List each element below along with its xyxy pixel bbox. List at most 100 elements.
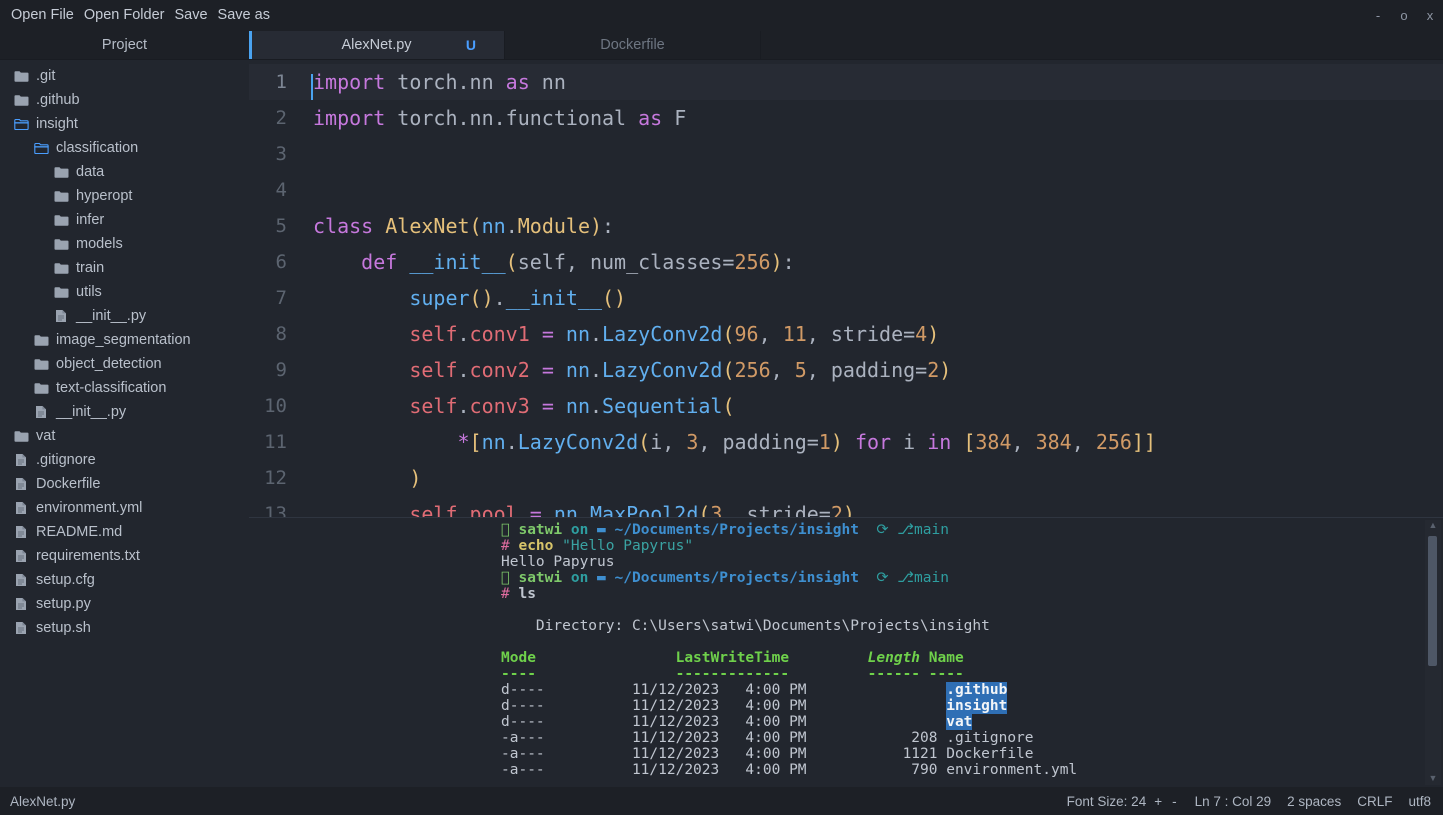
line-number: 9 — [275, 359, 287, 381]
font-size-increase-button[interactable]: + — [1152, 794, 1164, 809]
tree-item-utils[interactable]: utils — [0, 280, 249, 304]
code-line[interactable]: 13 self.pool = nn.MaxPool2d(3, stride=2) — [249, 496, 1443, 517]
line-number: 12 — [264, 467, 287, 489]
folder-closed-icon — [50, 286, 72, 299]
code-line[interactable]: 5 class AlexNet(nn.Module): — [249, 208, 1443, 244]
scroll-down-icon[interactable]: ▼ — [1429, 773, 1438, 785]
tree-item-github[interactable]: .github — [0, 88, 249, 112]
font-size-decrease-button[interactable]: - — [1170, 794, 1179, 809]
code-token: . — [457, 502, 470, 517]
encoding-setting[interactable]: utf8 — [1408, 794, 1431, 809]
code-token: self — [409, 502, 458, 517]
menu-items: Open File Open Folder Save Save as — [6, 6, 275, 25]
tree-item-label: infer — [76, 211, 105, 228]
code-token: , — [770, 358, 795, 382]
tree-item-gitignore[interactable]: .gitignore — [0, 448, 249, 472]
code-token: import — [313, 70, 386, 94]
tree-item-text-classification[interactable]: text-classification — [0, 376, 249, 400]
tree-item-requirements-txt[interactable]: requirements.txt — [0, 544, 249, 568]
code-text: def __init__(self, num_classes=256): — [297, 250, 795, 274]
terminal-line: -a--- 11/12/2023 4:00 PM 790 environment… — [251, 762, 1443, 778]
scrollbar-thumb[interactable] — [1428, 536, 1437, 666]
scroll-up-icon[interactable]: ▲ — [1429, 520, 1438, 532]
code-token: . — [590, 322, 603, 346]
code-line[interactable]: 9 self.conv2 = nn.LazyConv2d(256, 5, pad… — [249, 352, 1443, 388]
code-line[interactable]: 7 super().__init__() — [249, 280, 1443, 316]
status-filename: AlexNet.py — [10, 793, 76, 809]
code-line[interactable]: 10 self.conv3 = nn.Sequential( — [249, 388, 1443, 424]
scrollbar-track[interactable] — [1425, 532, 1441, 773]
status-right: Font Size: 24 + - Ln 7 : Col 29 2 spaces… — [1067, 794, 1431, 809]
line-number: 1 — [275, 71, 287, 93]
code-line[interactable]: 6 def __init__(self, num_classes=256): — [249, 244, 1443, 280]
close-button[interactable]: x — [1417, 0, 1443, 31]
code-token: ) — [842, 502, 855, 517]
code-token: self — [409, 322, 458, 346]
tree-item-setup-sh[interactable]: setup.sh — [0, 616, 249, 640]
code-token: pool — [469, 502, 518, 517]
terminal-segment: -a--- 11/12/2023 4:00 PM 208 .gitignore — [501, 730, 1034, 746]
tree-item-insight[interactable]: insight — [0, 112, 249, 136]
tree-item-environment-yml[interactable]: environment.yml — [0, 496, 249, 520]
code-token: . — [457, 394, 470, 418]
tree-item-image-segmentation[interactable]: image_segmentation — [0, 328, 249, 352]
tree-item-object-detection[interactable]: object_detection — [0, 352, 249, 376]
code-token: ]] — [1131, 430, 1157, 454]
code-line[interactable]: 4 — [249, 172, 1443, 208]
code-line[interactable]: 1 import torch.nn as nn — [249, 64, 1443, 100]
code-line[interactable]: 8 self.conv1 = nn.LazyConv2d(96, 11, str… — [249, 316, 1443, 352]
code-line[interactable]: 12 ) — [249, 460, 1443, 496]
code-line[interactable]: 2 import torch.nn.functional as F — [249, 100, 1443, 136]
tree-item-init-py[interactable]: __init__.py — [0, 400, 249, 424]
tree-item-setup-py[interactable]: setup.py — [0, 592, 249, 616]
tree-item-init-py[interactable]: __init__.py — [0, 304, 249, 328]
code-token: torch.nn — [385, 70, 506, 94]
code-token: , padding= — [806, 358, 928, 382]
tree-item-label: __init__.py — [76, 307, 147, 324]
tree-item-data[interactable]: data — [0, 160, 249, 184]
tree-item-models[interactable]: models — [0, 232, 249, 256]
menu-item-save[interactable]: Save — [169, 6, 212, 25]
folder-open-icon — [30, 142, 52, 155]
code-token: . — [505, 214, 518, 238]
code-line[interactable]: 11 *[nn.LazyConv2d(i, 3, padding=1) for … — [249, 424, 1443, 460]
maximize-button[interactable]: o — [1391, 0, 1417, 31]
terminal-segment: d---- 11/12/2023 4:00 PM — [501, 714, 947, 730]
code-token: * — [457, 430, 470, 454]
code-line[interactable]: 3 — [249, 136, 1443, 172]
code-editor[interactable]: 1 import torch.nn as nn 2 import torch.nn.f… — [249, 60, 1443, 517]
line-ending-setting[interactable]: CRLF — [1357, 794, 1392, 809]
terminal-segment: satwi — [518, 522, 563, 538]
code-token: , — [1011, 430, 1036, 454]
code-token: 256 — [734, 358, 771, 382]
code-token: as — [638, 106, 663, 130]
terminal-scrollbar[interactable]: ▲ ▼ — [1425, 520, 1441, 785]
menu-item-open-folder[interactable]: Open Folder — [79, 6, 170, 25]
menu-item-save-as[interactable]: Save as — [213, 6, 275, 25]
code-text: class AlexNet(nn.Module): — [297, 214, 614, 238]
tree-item-label: utils — [76, 283, 102, 300]
tree-item-git[interactable]: .git — [0, 64, 249, 88]
tab-dockerfile[interactable]: Dockerfile — [505, 31, 761, 59]
tree-item-readme-md[interactable]: README.md — [0, 520, 249, 544]
terminal-segment: "Hello Papyrus" — [562, 538, 694, 554]
terminal-segment: ---- — [501, 666, 536, 682]
tree-item-setup-cfg[interactable]: setup.cfg — [0, 568, 249, 592]
tree-item-vat[interactable]: vat — [0, 424, 249, 448]
indentation-setting[interactable]: 2 spaces — [1287, 794, 1341, 809]
file-icon — [10, 597, 32, 611]
tree-item-dockerfile[interactable]: Dockerfile — [0, 472, 249, 496]
terminal-panel[interactable]:  satwi on ▬ ~/Documents/Projects/insigh… — [249, 517, 1443, 787]
tree-item-classification[interactable]: classification — [0, 136, 249, 160]
minimize-button[interactable]: - — [1365, 0, 1391, 31]
menu-item-open-file[interactable]: Open File — [6, 6, 79, 25]
tree-item-train[interactable]: train — [0, 256, 249, 280]
tree-item-infer[interactable]: infer — [0, 208, 249, 232]
tab-alexnet-py[interactable]: AlexNet.py U — [249, 31, 505, 59]
cursor-position[interactable]: Ln 7 : Col 29 — [1195, 794, 1272, 809]
tree-item-hyperopt[interactable]: hyperopt — [0, 184, 249, 208]
code-token: nn — [481, 214, 506, 238]
